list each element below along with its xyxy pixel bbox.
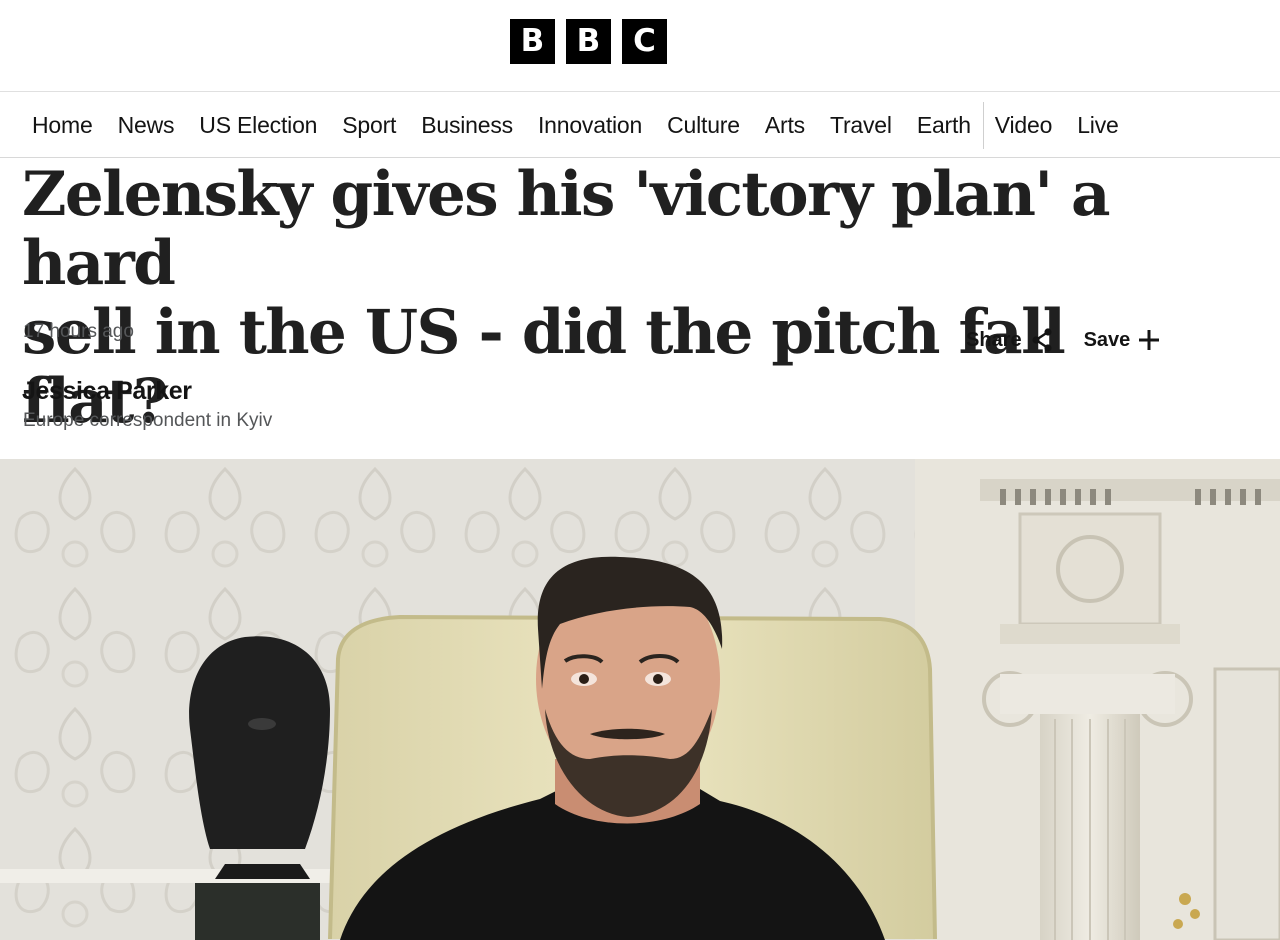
nav-item-video[interactable]: Video [995,112,1053,139]
nav-item-business[interactable]: Business [421,112,513,139]
nav-item-arts[interactable]: Arts [765,112,805,139]
nav-item-earth[interactable]: Earth [917,112,971,139]
nav-item-culture[interactable]: Culture [667,112,740,139]
nav-item-news[interactable]: News [118,112,175,139]
nav-item-travel[interactable]: Travel [830,112,892,139]
logo-letter-c: C [622,19,667,64]
nav-item-home[interactable]: Home [32,112,93,139]
nav-item-live[interactable]: Live [1077,112,1119,139]
masthead: B B C [0,0,1280,92]
nav-item-innovation[interactable]: Innovation [538,112,642,139]
main-nav: Home News US Election Sport Business Inn… [0,93,1280,158]
logo-letter-b1: B [510,19,555,64]
nav-item-sport[interactable]: Sport [342,112,396,139]
article-actions: Share Save [966,328,1160,352]
author-role: Europe correspondent in Kyiv [23,410,273,431]
author-name[interactable]: Jessica Parker [22,377,192,406]
hero-image [0,459,1280,940]
nav-item-us-election[interactable]: US Election [199,112,317,139]
share-button[interactable]: Share [966,328,1053,352]
nav-list: Home News US Election Sport Business Inn… [32,93,1144,158]
save-button[interactable]: Save [1084,329,1160,352]
share-label: Share [966,328,1022,351]
article-timestamp: 17 hours ago [23,321,134,342]
share-icon [1031,328,1053,352]
headline-line-1: Zelensky gives his 'victory plan' a hard [22,159,1111,299]
plus-icon [1139,330,1160,350]
photo-icon [0,459,1280,940]
nav-divider [982,102,984,149]
save-label: Save [1083,328,1131,351]
bbc-logo[interactable]: B B C [510,19,667,64]
article-headline: Zelensky gives his 'victory plan' a hard… [22,160,1162,436]
logo-letter-b2: B [566,19,611,64]
